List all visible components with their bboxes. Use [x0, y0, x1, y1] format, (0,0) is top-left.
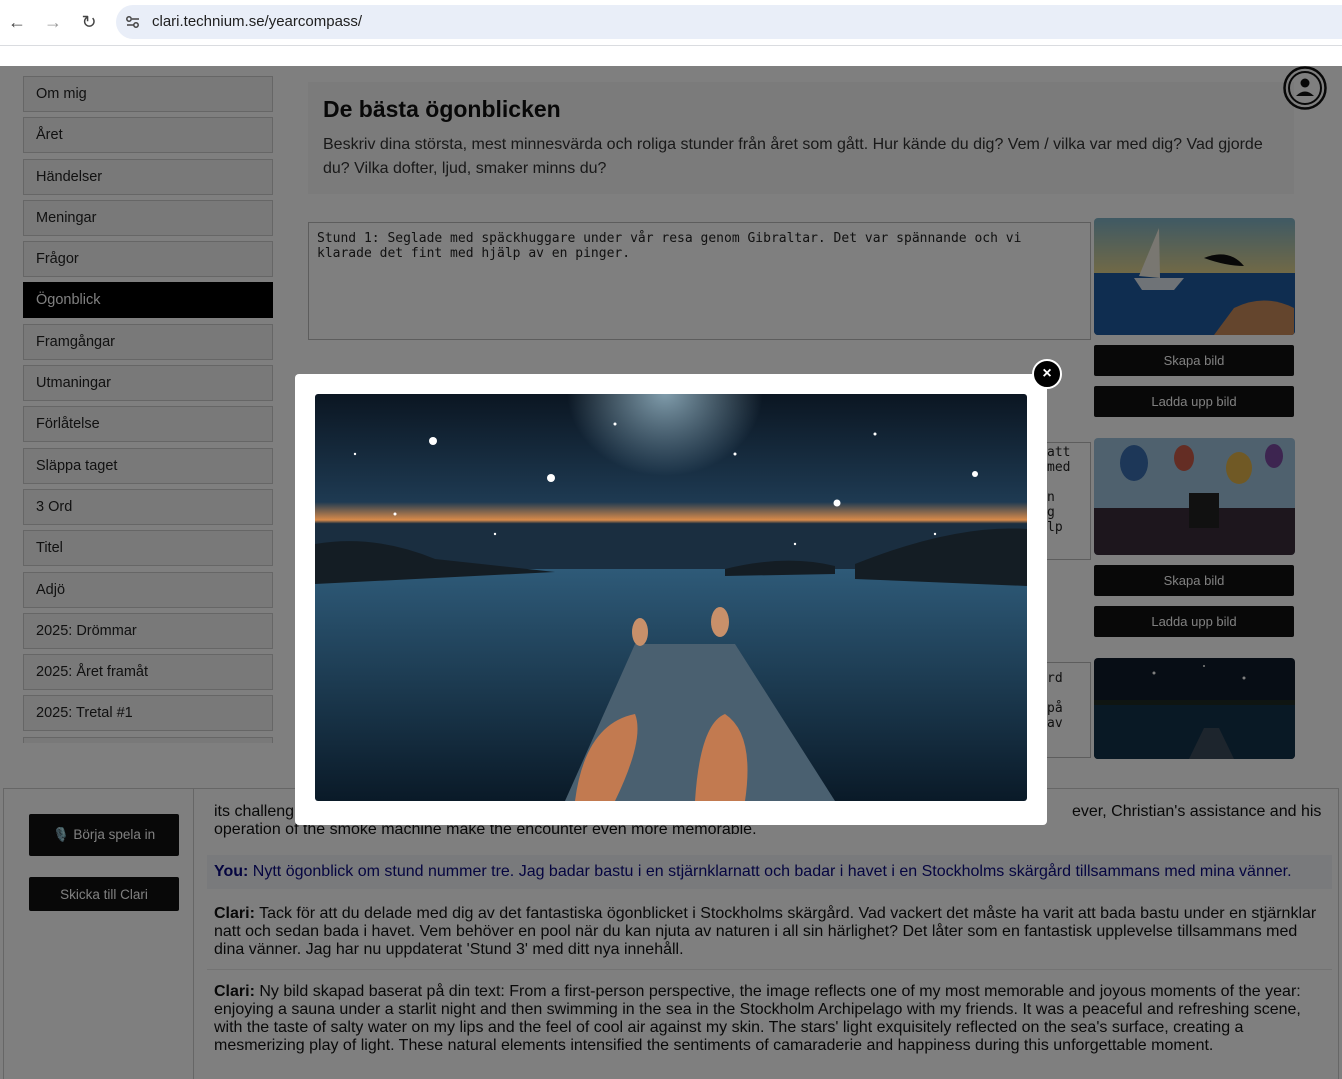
reload-button[interactable]: ↻: [77, 10, 101, 34]
browser-toolbar: ← → ↻ clari.technium.se/yearcompass/: [0, 0, 1342, 46]
site-settings-icon[interactable]: [124, 13, 142, 31]
address-bar[interactable]: clari.technium.se/yearcompass/: [116, 5, 1342, 39]
forward-button[interactable]: →: [41, 10, 65, 34]
close-modal-button[interactable]: ×: [1032, 359, 1062, 389]
modal-image: [315, 394, 1027, 801]
image-modal: [295, 374, 1047, 825]
back-button[interactable]: ←: [5, 10, 29, 34]
url-text[interactable]: clari.technium.se/yearcompass/: [152, 13, 362, 30]
